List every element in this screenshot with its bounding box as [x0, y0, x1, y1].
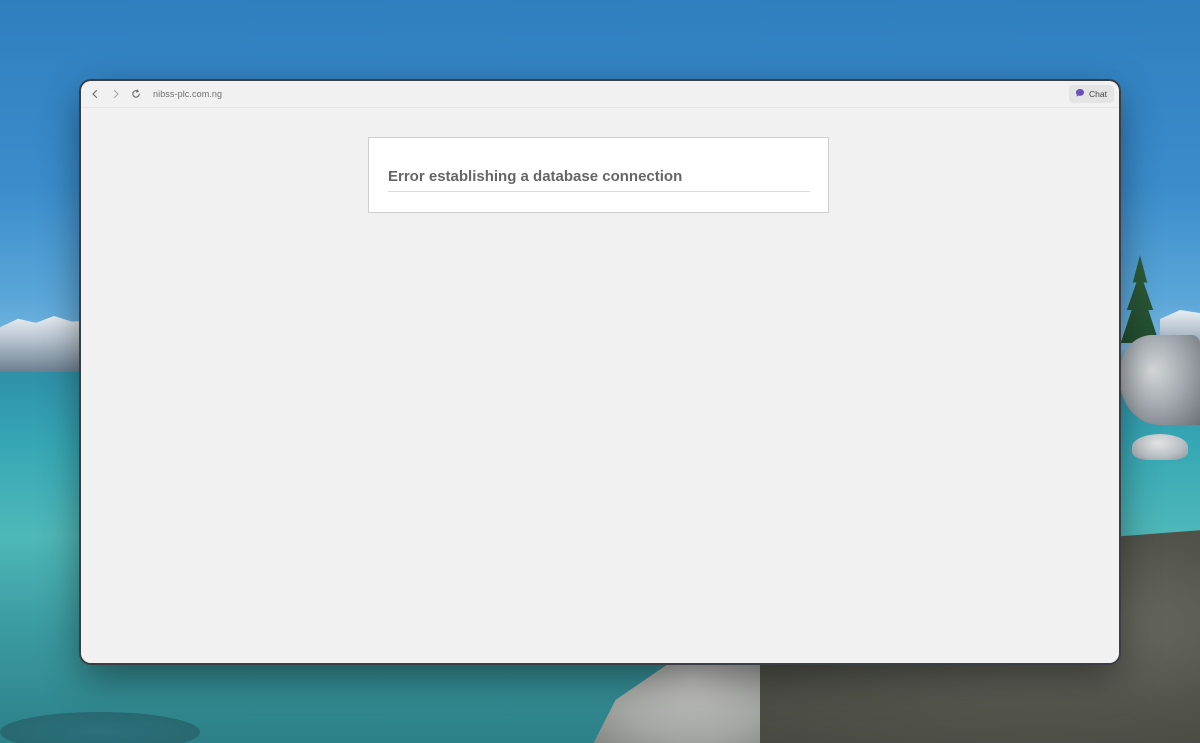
- error-title: Error establishing a database connection: [388, 167, 810, 192]
- chevron-left-icon: [90, 89, 100, 99]
- chat-bubble-icon: [1075, 85, 1085, 103]
- back-button[interactable]: [87, 86, 103, 102]
- reload-button[interactable]: [128, 86, 144, 102]
- chat-button[interactable]: Chat: [1069, 85, 1114, 103]
- browser-toolbar: nibss-plc.com.ng Chat: [81, 81, 1119, 108]
- chat-label: Chat: [1089, 89, 1107, 99]
- desktop-background: nibss-plc.com.ng Chat Error establishing…: [0, 0, 1200, 743]
- granite-boulder-lit: [590, 650, 760, 743]
- address-bar[interactable]: nibss-plc.com.ng: [153, 88, 222, 100]
- error-panel: Error establishing a database connection: [368, 137, 829, 213]
- snowy-mountains-left: [0, 316, 90, 372]
- reload-icon: [131, 89, 141, 99]
- page-content: Error establishing a database connection: [81, 108, 1119, 663]
- chevron-right-icon: [111, 89, 121, 99]
- water-rock: [1132, 434, 1188, 460]
- submerged-stone: [0, 712, 200, 743]
- forward-button[interactable]: [108, 86, 124, 102]
- browser-window: nibss-plc.com.ng Chat Error establishing…: [81, 81, 1119, 663]
- shore-rocks: [1120, 335, 1200, 425]
